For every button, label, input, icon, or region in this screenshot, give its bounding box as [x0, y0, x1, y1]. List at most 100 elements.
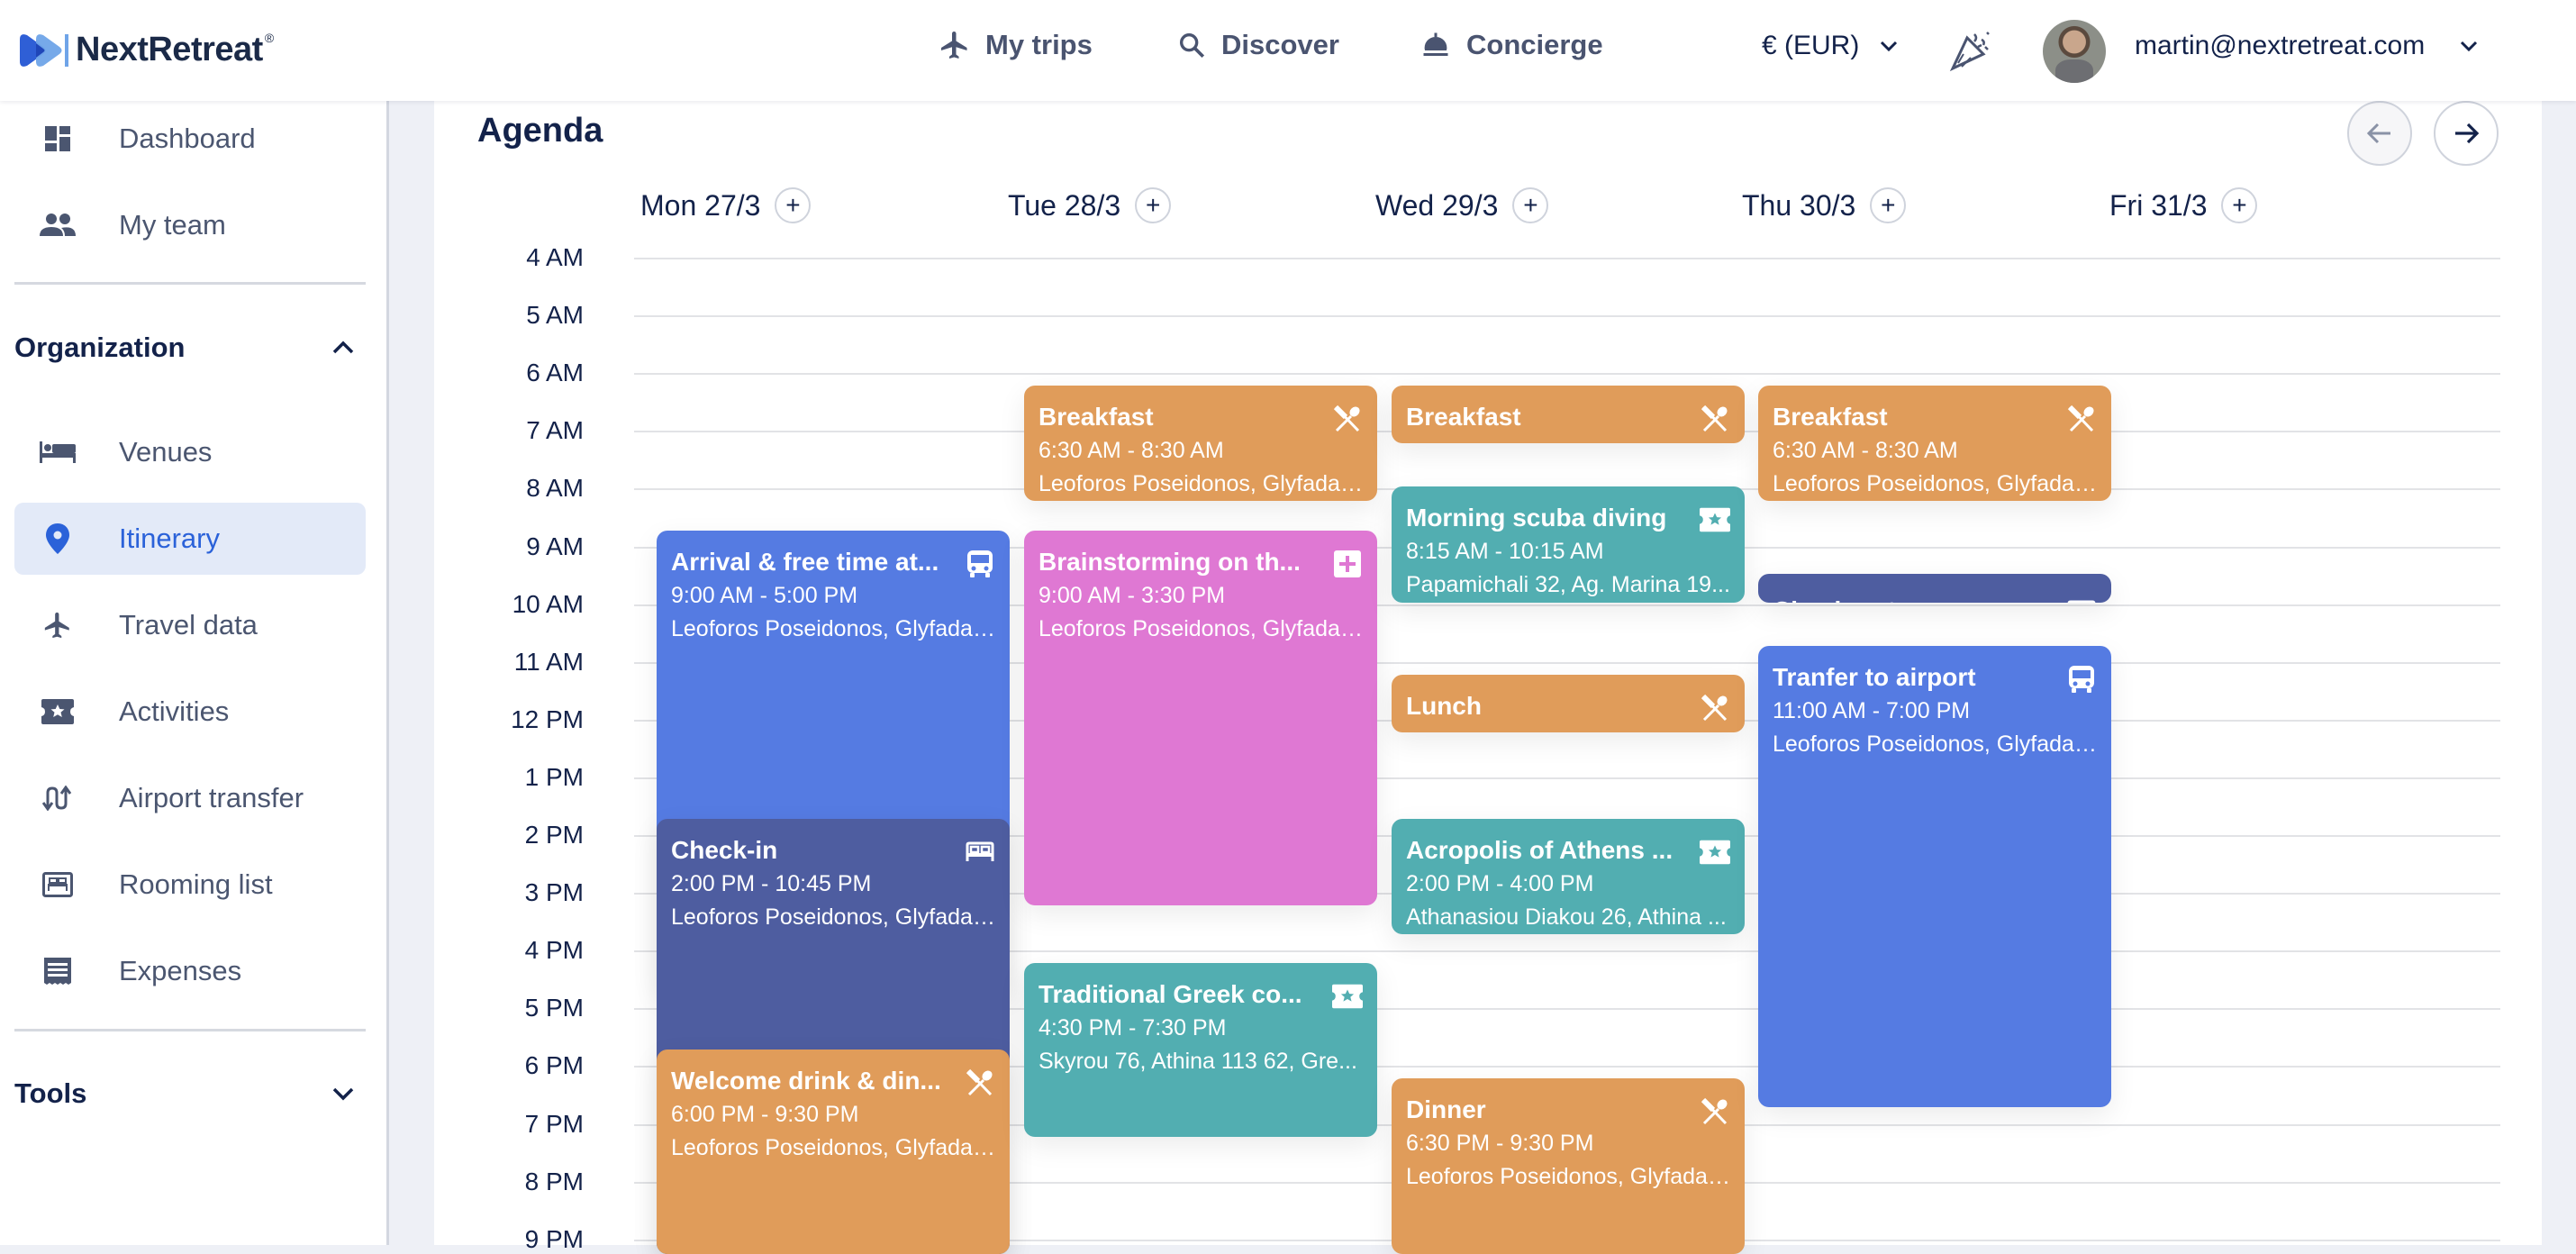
- sidebar-item-my-team[interactable]: My team: [14, 189, 366, 261]
- hour-label: 9 AM: [526, 532, 584, 560]
- nav-my-trips[interactable]: My trips: [939, 29, 1093, 61]
- event-title: Breakfast: [1773, 403, 1888, 432]
- hour-label: 11 AM: [513, 647, 584, 676]
- event-location: Leoforos Poseidonos, Glyfada,...: [671, 1135, 995, 1161]
- hour-label: 10 AM: [512, 589, 584, 618]
- nav-concierge-label: Concierge: [1466, 29, 1603, 60]
- hour-label: 9 PM: [524, 1224, 584, 1253]
- chevron-down-icon: [332, 1087, 354, 1101]
- sidebar-item-travel-data[interactable]: Travel data: [14, 589, 366, 661]
- airplane-icon: [939, 29, 971, 61]
- utensils-icon: [1700, 404, 1730, 434]
- user-email: martin@nextretreat.com: [2135, 31, 2426, 60]
- bed-outline-icon: [965, 837, 995, 868]
- day-header: Thu 30/3 +: [1742, 187, 1907, 223]
- event-title: Check-out: [1773, 594, 2052, 603]
- section-title: Organization: [14, 332, 186, 363]
- event-location: Leoforos Poseidonos, Glyfada,...: [1773, 471, 2097, 497]
- search-icon: [1176, 30, 1207, 60]
- hour-label: 7 AM: [526, 416, 584, 445]
- sidebar-item-rooming-list[interactable]: Rooming list: [14, 849, 366, 921]
- sidebar-item-itinerary[interactable]: Itinerary: [14, 503, 366, 575]
- event-location: Athanasiou Diakou 26, Athina ...: [1406, 904, 1727, 930]
- hour-gridline: [634, 258, 2500, 259]
- sidebar-item-dashboard[interactable]: Dashboard: [14, 103, 366, 175]
- top-header: NextRetreat ® My trips Discover Concierg…: [0, 0, 2576, 101]
- sidebar-item-label: Rooming list: [119, 868, 273, 900]
- utensils-icon: [1700, 693, 1730, 723]
- agenda-event[interactable]: Lunch: [1392, 674, 1745, 732]
- ticket-star-icon: [34, 699, 81, 724]
- day-label: Tue 28/3: [1008, 188, 1121, 222]
- add-event-button[interactable]: +: [1512, 187, 1549, 223]
- agenda-event[interactable]: Breakfast 6:30 AM - 8:30 AM Leoforos Posei…: [1024, 386, 1377, 502]
- day-header: Fri 31/3 +: [2109, 187, 2258, 223]
- receipt-icon: [34, 958, 81, 985]
- next-week-button[interactable]: [2434, 101, 2499, 166]
- user-avatar[interactable]: [2043, 20, 2106, 83]
- event-title: Check-in: [671, 836, 778, 864]
- chevron-down-icon: [1881, 41, 1898, 52]
- bus-icon: [965, 549, 995, 579]
- hour-label: 4 AM: [526, 243, 584, 271]
- event-title: Arrival & free time at...: [671, 547, 939, 576]
- event-title: Brainstorming on th...: [1039, 547, 1301, 576]
- sidebar-item-airport-transfer[interactable]: Airport transfer: [14, 762, 366, 834]
- arrow-left-icon: [2366, 123, 2390, 144]
- agenda-event[interactable]: Welcome drink & din... 6:00 PM - 9:30 PM L…: [657, 1050, 1010, 1254]
- celebration-icon[interactable]: [1947, 27, 1994, 78]
- agenda-event[interactable]: Breakfast 6:30 AM - 8:30 AM Leoforos Posei…: [1758, 386, 2111, 502]
- sidebar-section-organization[interactable]: Organization: [14, 332, 366, 364]
- event-title: Breakfast: [1406, 403, 1521, 432]
- arrow-right-icon: [2455, 123, 2480, 144]
- rooming-list-icon: [34, 872, 81, 897]
- agenda-event[interactable]: Check-out: [1758, 573, 2111, 603]
- event-time: 6:30 AM - 8:30 AM: [1039, 438, 1224, 464]
- add-event-button[interactable]: +: [1870, 187, 1907, 223]
- agenda-event[interactable]: Dinner 6:30 PM - 9:30 PM Leoforos Poseidon…: [1392, 1078, 1745, 1254]
- agenda-event[interactable]: Tranfer to airport 11:00 AM - 7:00 PM Leof…: [1758, 645, 2111, 1108]
- user-menu[interactable]: martin@nextretreat.com: [2135, 31, 2479, 61]
- nav-concierge[interactable]: Concierge: [1420, 29, 1603, 61]
- nav-discover[interactable]: Discover: [1176, 29, 1339, 61]
- sidebar-divider: [14, 1029, 366, 1031]
- event-title: Dinner: [1406, 1095, 1486, 1124]
- day-label: Fri 31/3: [2109, 188, 2208, 222]
- sidebar-item-expenses[interactable]: Expenses: [14, 935, 366, 1007]
- hour-label: 3 PM: [524, 878, 584, 907]
- agenda-event[interactable]: Breakfast: [1392, 386, 1745, 444]
- hour-label: 2 PM: [524, 821, 584, 849]
- event-location: Leoforos Poseidonos, Glyfada,...: [1406, 1164, 1730, 1190]
- sidebar-section-tools[interactable]: Tools: [14, 1077, 366, 1110]
- event-time: 6:00 PM - 9:30 PM: [671, 1102, 859, 1128]
- event-location: Leoforos Poseidonos, Glyfada,...: [1039, 471, 1363, 497]
- event-time: 2:00 PM - 4:00 PM: [1406, 871, 1594, 896]
- event-title: Traditional Greek co...: [1039, 980, 1302, 1009]
- ticket-star-icon: [1332, 981, 1363, 1012]
- event-title: Acropolis of Athens ...: [1406, 836, 1673, 864]
- ticket-star-icon: [1700, 837, 1730, 868]
- event-time: 6:30 PM - 9:30 PM: [1406, 1131, 1594, 1157]
- agenda-event[interactable]: Morning scuba diving 8:15 AM - 10:15 AM Pa…: [1392, 486, 1745, 603]
- agenda-event[interactable]: Acropolis of Athens ... 2:00 PM - 4:00 PM…: [1392, 819, 1745, 935]
- brand-name: NextRetreat: [76, 31, 263, 68]
- add-event-button[interactable]: +: [2221, 187, 2258, 223]
- chevron-down-icon: [2461, 41, 2478, 52]
- agenda-event[interactable]: Traditional Greek co... 4:30 PM - 7:30 PM…: [1024, 963, 1377, 1137]
- sidebar-item-venues[interactable]: Venues: [14, 416, 366, 488]
- hour-label: 6 PM: [524, 1051, 584, 1080]
- event-time: 9:00 AM - 5:00 PM: [671, 582, 858, 608]
- event-title: Morning scuba diving: [1406, 504, 1667, 532]
- agenda-event[interactable]: Brainstorming on th... 9:00 AM - 3:30 PM L…: [1024, 530, 1377, 906]
- event-location: Leoforos Poseidonos, Glyfada,...: [671, 904, 995, 930]
- previous-week-button[interactable]: [2347, 101, 2412, 166]
- sidebar-item-activities[interactable]: Activities: [14, 676, 366, 748]
- hour-label: 8 AM: [526, 474, 584, 503]
- add-event-button[interactable]: +: [1135, 187, 1172, 223]
- currency-selector[interactable]: € (EUR): [1762, 31, 1899, 61]
- brand-logo[interactable]: NextRetreat ®: [18, 31, 274, 69]
- sidebar-item-label: Dashboard: [119, 123, 256, 154]
- add-event-button[interactable]: +: [775, 187, 812, 223]
- event-location: Leoforos Poseidonos, Glyfada,...: [1039, 615, 1363, 641]
- bed-icon: [34, 441, 81, 463]
